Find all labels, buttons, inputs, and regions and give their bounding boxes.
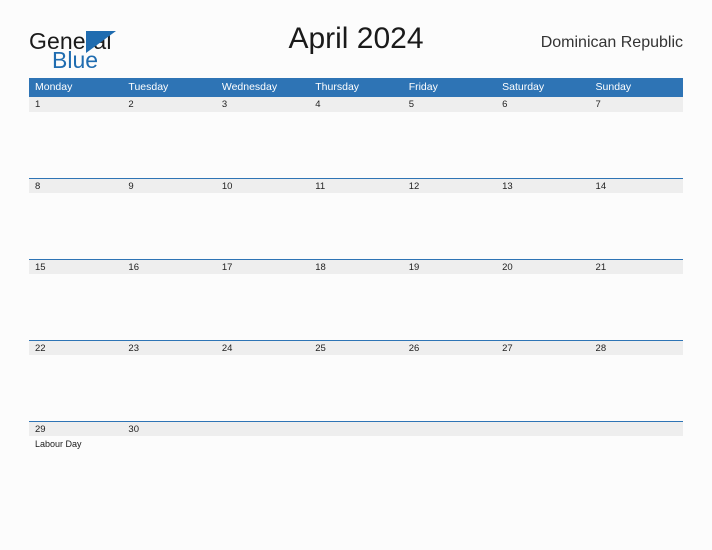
calendar-week-row: 8 9 10 11 12 13 14 <box>29 178 683 259</box>
day-cell[interactable] <box>29 274 122 340</box>
date-number[interactable]: 6 <box>496 97 589 112</box>
day-cell[interactable] <box>122 274 215 340</box>
calendar-grid: Monday Tuesday Wednesday Thursday Friday… <box>29 78 683 502</box>
date-number[interactable]: 27 <box>496 341 589 355</box>
date-number[interactable]: 14 <box>590 179 683 193</box>
date-number[interactable]: 25 <box>309 341 402 355</box>
day-cell[interactable] <box>122 436 215 502</box>
date-number[interactable] <box>403 422 496 436</box>
day-cell[interactable] <box>496 355 589 421</box>
day-cell[interactable] <box>29 193 122 259</box>
dow-sunday: Sunday <box>595 81 632 93</box>
day-cell[interactable] <box>496 436 589 502</box>
day-of-week-header: Monday Tuesday Wednesday Thursday Friday… <box>29 78 683 97</box>
day-cell[interactable] <box>590 436 683 502</box>
date-number[interactable]: 30 <box>122 422 215 436</box>
day-cell[interactable] <box>122 193 215 259</box>
day-cell[interactable] <box>216 436 309 502</box>
date-number[interactable]: 20 <box>496 260 589 274</box>
day-cell[interactable] <box>216 274 309 340</box>
day-cell[interactable] <box>29 355 122 421</box>
date-number[interactable]: 2 <box>122 97 215 112</box>
dow-monday: Monday <box>35 81 73 93</box>
day-cell[interactable]: Labour Day <box>29 436 122 502</box>
date-number[interactable]: 10 <box>216 179 309 193</box>
day-cell[interactable] <box>309 436 402 502</box>
day-cell[interactable] <box>122 355 215 421</box>
date-number[interactable]: 16 <box>122 260 215 274</box>
dow-saturday: Saturday <box>502 81 545 93</box>
week-body-row: Labour Day <box>29 436 683 502</box>
day-cell[interactable] <box>122 112 215 178</box>
date-number[interactable]: 18 <box>309 260 402 274</box>
day-cell[interactable] <box>29 112 122 178</box>
date-number[interactable]: 26 <box>403 341 496 355</box>
day-cell[interactable] <box>590 193 683 259</box>
date-number[interactable]: 11 <box>309 179 402 193</box>
week-date-strip: 1 2 3 4 5 6 7 <box>29 97 683 112</box>
date-number[interactable]: 17 <box>216 260 309 274</box>
date-number[interactable]: 21 <box>590 260 683 274</box>
day-cell[interactable] <box>403 274 496 340</box>
day-cell[interactable] <box>216 112 309 178</box>
calendar-week-row: 29 30 Labour Day <box>29 421 683 502</box>
day-cell[interactable] <box>309 193 402 259</box>
week-date-strip: 29 30 <box>29 421 683 436</box>
date-number[interactable] <box>309 422 402 436</box>
week-body-row <box>29 193 683 259</box>
day-cell[interactable] <box>496 193 589 259</box>
day-cell[interactable] <box>403 193 496 259</box>
page-header: General Blue April 2024 Dominican Republ… <box>29 22 683 72</box>
date-number[interactable]: 8 <box>29 179 122 193</box>
day-cell[interactable] <box>403 112 496 178</box>
date-number[interactable]: 13 <box>496 179 589 193</box>
date-number[interactable]: 9 <box>122 179 215 193</box>
date-number[interactable] <box>216 422 309 436</box>
date-number[interactable]: 22 <box>29 341 122 355</box>
date-number[interactable] <box>496 422 589 436</box>
week-date-strip: 8 9 10 11 12 13 14 <box>29 178 683 193</box>
day-cell[interactable] <box>590 355 683 421</box>
week-date-strip: 22 23 24 25 26 27 28 <box>29 340 683 355</box>
calendar-week-row: 15 16 17 18 19 20 21 <box>29 259 683 340</box>
date-number[interactable]: 5 <box>403 97 496 112</box>
date-number[interactable]: 1 <box>29 97 122 112</box>
day-event: Labour Day <box>35 439 82 449</box>
date-number[interactable]: 7 <box>590 97 683 112</box>
date-number[interactable] <box>590 422 683 436</box>
day-cell[interactable] <box>403 355 496 421</box>
dow-friday: Friday <box>408 81 438 93</box>
calendar-week-row: 22 23 24 25 26 27 28 <box>29 340 683 421</box>
date-number[interactable]: 3 <box>216 97 309 112</box>
day-cell[interactable] <box>309 355 402 421</box>
date-number[interactable]: 23 <box>122 341 215 355</box>
day-cell[interactable] <box>216 355 309 421</box>
day-cell[interactable] <box>403 436 496 502</box>
day-cell[interactable] <box>216 193 309 259</box>
date-number[interactable]: 24 <box>216 341 309 355</box>
region-label: Dominican Republic <box>540 34 683 51</box>
week-body-row <box>29 274 683 340</box>
day-cell[interactable] <box>309 274 402 340</box>
date-number[interactable]: 4 <box>309 97 402 112</box>
calendar-page: General Blue April 2024 Dominican Republ… <box>0 0 712 550</box>
date-number[interactable]: 15 <box>29 260 122 274</box>
dow-thursday: Thursday <box>315 81 360 93</box>
dow-wednesday: Wednesday <box>221 81 278 93</box>
day-cell[interactable] <box>309 112 402 178</box>
day-cell[interactable] <box>590 112 683 178</box>
day-cell[interactable] <box>496 112 589 178</box>
week-body-row <box>29 112 683 178</box>
date-number[interactable]: 19 <box>403 260 496 274</box>
calendar-week-row: 1 2 3 4 5 6 7 <box>29 97 683 178</box>
week-date-strip: 15 16 17 18 19 20 21 <box>29 259 683 274</box>
date-number[interactable]: 28 <box>590 341 683 355</box>
dow-tuesday: Tuesday <box>128 81 169 93</box>
day-cell[interactable] <box>496 274 589 340</box>
week-body-row <box>29 355 683 421</box>
date-number[interactable]: 29 <box>29 422 122 436</box>
date-number[interactable]: 12 <box>403 179 496 193</box>
day-cell[interactable] <box>590 274 683 340</box>
